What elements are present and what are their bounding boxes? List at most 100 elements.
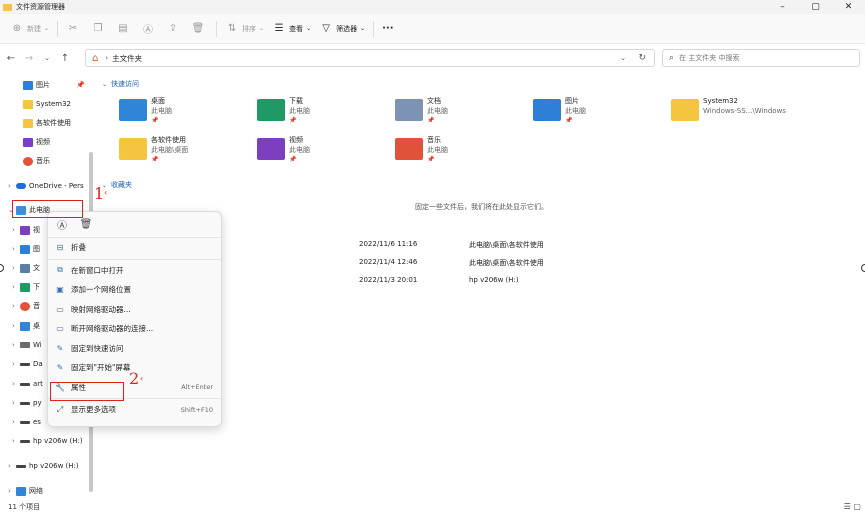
drive-icon: [20, 342, 30, 348]
quick-item-software[interactable]: 各软件使用 此电脑\桌面 📌: [119, 135, 188, 169]
menu-item-disconnect-network-drive[interactable]: ▭ 断开网络驱动器的连接...: [48, 319, 221, 339]
chevron-right-icon[interactable]: ›: [12, 245, 20, 253]
view-button[interactable]: ☰ 查看 ⌄: [272, 18, 312, 40]
chevron-right-icon[interactable]: ›: [12, 341, 20, 349]
sidebar-item-pc-downloads[interactable]: › 下: [12, 278, 40, 296]
chevron-right-icon[interactable]: ›: [12, 302, 20, 310]
downloads-folder-icon: [257, 99, 285, 121]
quick-access-header[interactable]: ⌄ 快速访问: [102, 79, 139, 89]
close-button[interactable]: ✕: [832, 0, 865, 14]
rename-icon[interactable]: Ⓐ: [54, 217, 70, 233]
chevron-right-icon[interactable]: ›: [12, 322, 20, 330]
search-input[interactable]: ⌕ 在 主文件夹 中搜索: [662, 49, 860, 67]
chevron-right-icon[interactable]: ›: [12, 399, 20, 407]
recent-location: 此电脑\桌面\各软件使用: [469, 259, 544, 267]
drive-icon: [20, 439, 30, 443]
copy-button[interactable]: ❐: [91, 18, 108, 40]
music-folder-icon: [395, 138, 423, 160]
trash-icon: 🗑: [191, 23, 205, 34]
rename-button[interactable]: Ⓐ: [141, 18, 158, 40]
menu-item-pin-quick-access[interactable]: ✎ 固定到快速访问: [48, 339, 221, 359]
recent-row[interactable]: 2022/11/3 20:01: [359, 276, 417, 284]
share-button[interactable]: ⇪: [166, 18, 183, 40]
forward-arrow-icon[interactable]: →: [22, 53, 36, 64]
recent-row[interactable]: 2022/11/6 11:16: [359, 240, 417, 248]
favorites-empty-message: 固定一些文件后，我们将在此处显示它们。: [415, 203, 548, 211]
sort-button[interactable]: ⇅ 排序 ⌄: [225, 18, 264, 40]
chevron-right-icon[interactable]: ›: [12, 283, 20, 291]
plus-circle-icon: ⊕: [12, 23, 22, 34]
chevron-right-icon[interactable]: ›: [8, 462, 16, 470]
menu-item-add-network-location[interactable]: ▣ 添加一个网络位置: [48, 280, 221, 300]
filter-button[interactable]: ▽ 筛选器 ⌄: [319, 18, 365, 40]
view-toggle-icons[interactable]: ☰ ▢: [844, 502, 861, 511]
maximize-button[interactable]: ▢: [799, 0, 832, 14]
quick-item-videos[interactable]: 视频 此电脑 📌: [257, 135, 310, 169]
trash-icon[interactable]: 🗑: [78, 217, 94, 233]
pin-icon: 📌: [427, 117, 435, 124]
sidebar-item-system32[interactable]: System32: [23, 95, 71, 113]
chevron-right-icon[interactable]: ›: [8, 487, 16, 495]
sidebar-item-pc-documents[interactable]: › 文: [12, 259, 40, 277]
paste-button[interactable]: ▤: [116, 18, 133, 40]
recent-row[interactable]: 2022/11/4 12:46: [359, 258, 417, 266]
chevron-right-icon[interactable]: ›: [12, 380, 20, 388]
drive-icon: [20, 401, 30, 405]
chevron-right-icon[interactable]: ›: [12, 264, 20, 272]
chevron-down-icon[interactable]: ⌄: [620, 54, 626, 62]
quick-item-pictures[interactable]: 图片 此电脑 📌: [533, 96, 586, 130]
quick-item-documents[interactable]: 文档 此电脑 📌: [395, 96, 448, 130]
quick-item-music[interactable]: 音乐 此电脑 📌: [395, 135, 448, 169]
refresh-icon[interactable]: ↻: [638, 53, 646, 63]
breadcrumb[interactable]: 主文件夹: [112, 53, 142, 64]
sidebar-item-pc-desktop[interactable]: › 桌: [12, 317, 40, 335]
quick-item-desktop[interactable]: 桌面 此电脑 📌: [119, 96, 172, 130]
folder-icon: [671, 99, 699, 121]
annotation-step-2: 2: [129, 369, 140, 388]
more-options-button[interactable]: ···: [382, 18, 393, 40]
sidebar-item-pc-music[interactable]: › 音: [12, 297, 40, 315]
new-button[interactable]: ⊕ 新建 ⌄: [10, 18, 49, 40]
sidebar-item-software[interactable]: 各软件使用: [23, 114, 71, 132]
chevron-right-icon[interactable]: ›: [12, 418, 20, 426]
chevron-right-icon[interactable]: ›: [12, 437, 20, 445]
minimize-button[interactable]: –: [766, 0, 799, 14]
menu-item-show-more-options[interactable]: ⤢ 显示更多选项 Shift+F10: [48, 400, 221, 420]
music-icon: [20, 301, 30, 311]
network-location-icon: ▣: [56, 285, 64, 295]
sidebar-item-drive-h[interactable]: › hp v206w (H:): [12, 432, 83, 450]
cut-button[interactable]: ✂: [66, 18, 83, 40]
up-arrow-icon[interactable]: ↑: [58, 53, 72, 64]
address-bar[interactable]: ⌂ › 主文件夹 ⌄ ↻: [85, 49, 655, 67]
sidebar-item-drive-g[interactable]: › es: [12, 413, 41, 431]
pin-icon: 📌: [427, 156, 435, 163]
sidebar-item-drive-c[interactable]: › Wi: [12, 336, 42, 354]
sidebar-item-pc-videos[interactable]: › 视: [12, 221, 40, 239]
menu-item-collapse[interactable]: ⊟ 折叠: [48, 238, 221, 258]
delete-button[interactable]: 🗑: [191, 18, 208, 40]
chevron-right-icon[interactable]: ›: [12, 360, 20, 368]
music-icon: [23, 156, 33, 166]
chevron-right-icon[interactable]: ›: [8, 182, 16, 190]
sidebar-item-drive-f[interactable]: › py: [12, 394, 42, 412]
folder-icon: [23, 118, 33, 128]
quick-item-system32[interactable]: System32 Windows-SS...\Windows: [671, 96, 786, 130]
sidebar-item-onedrive[interactable]: › OneDrive - Pers: [8, 177, 84, 195]
menu-item-open-new-window[interactable]: ⧉ 在新窗口中打开: [48, 261, 221, 281]
drive-icon: [20, 362, 30, 366]
back-arrow-icon[interactable]: ←: [4, 53, 18, 64]
navigation-bar: ← → ⌄ ↑ ⌂ › 主文件夹 ⌄ ↻ ⌕ 在 主文件夹 中搜索: [0, 44, 865, 72]
sidebar-item-network[interactable]: › 网络: [8, 482, 43, 500]
sidebar-item-music[interactable]: 音乐: [23, 152, 50, 170]
menu-item-map-network-drive[interactable]: ▭ 映射网络驱动器...: [48, 300, 221, 320]
sidebar-item-videos[interactable]: 视频: [23, 133, 50, 151]
sidebar-item-pictures[interactable]: 图片: [23, 76, 50, 94]
sidebar-item-drive-h-root[interactable]: › hp v206w (H:): [8, 457, 79, 475]
sidebar-item-drive-e[interactable]: › art: [12, 375, 43, 393]
chevron-right-icon[interactable]: ›: [12, 226, 20, 234]
sidebar-item-drive-d[interactable]: › Da: [12, 355, 43, 373]
scissors-icon: ✂: [68, 23, 78, 34]
sidebar-item-pc-pictures[interactable]: › 图: [12, 240, 40, 258]
recent-dropdown-icon[interactable]: ⌄: [40, 54, 54, 62]
quick-item-downloads[interactable]: 下载 此电脑 📌: [257, 96, 310, 130]
